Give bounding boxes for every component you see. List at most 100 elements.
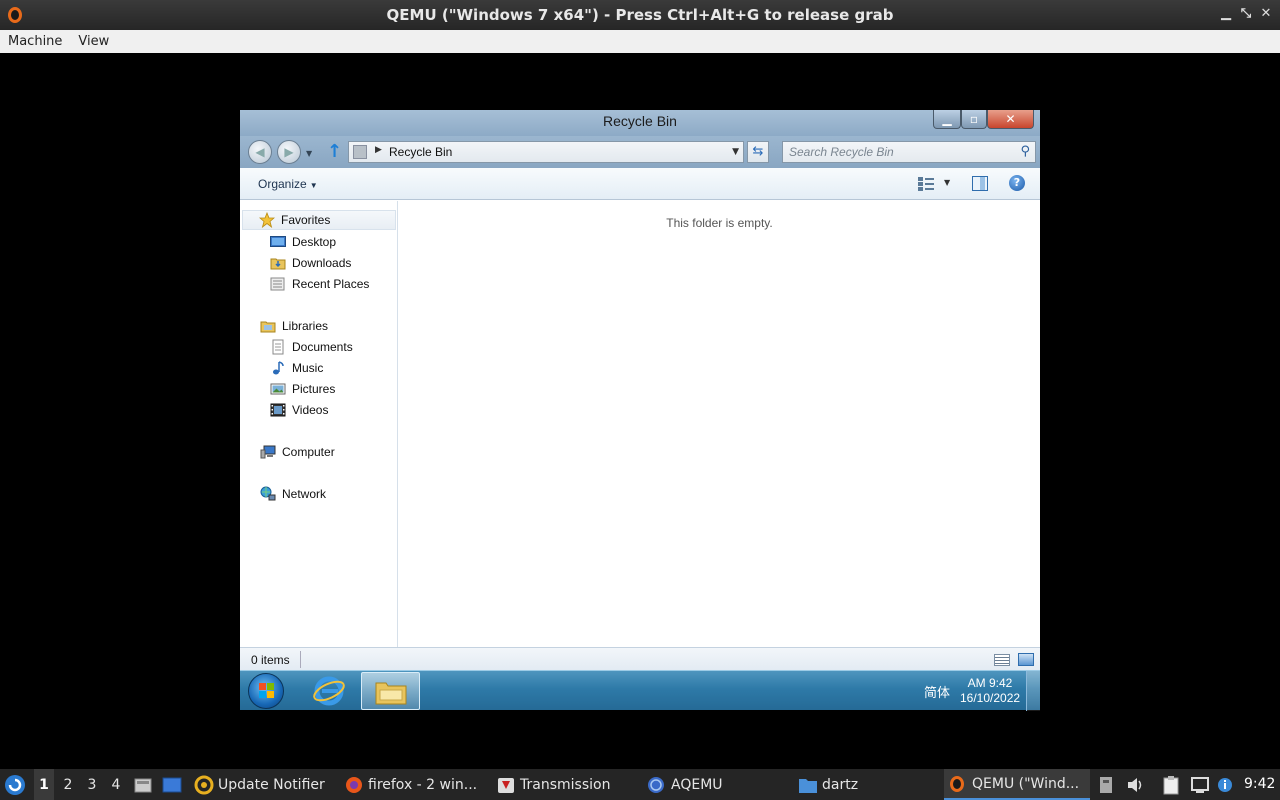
back-button[interactable]: ◀ <box>248 140 272 164</box>
status-bar: 0 items <box>240 647 1040 670</box>
recent-pages-dropdown-icon[interactable]: ▼ <box>306 149 312 158</box>
host-minimize-button[interactable]: ▁ <box>1218 6 1234 22</box>
host-restore-button[interactable]: ⤡ <box>1238 6 1254 22</box>
details-view-icon[interactable] <box>994 654 1010 666</box>
internet-explorer-icon[interactable] <box>312 675 346 707</box>
guest-clock[interactable]: AM 9:42 16/10/2022 <box>960 676 1020 706</box>
search-input[interactable] <box>789 144 1009 160</box>
nav-downloads[interactable]: Downloads <box>270 253 351 273</box>
breadcrumb-arrow-icon[interactable]: ▶ <box>375 145 382 155</box>
workspace-3[interactable]: 3 <box>82 769 102 800</box>
search-box[interactable]: ⚲ <box>782 141 1036 163</box>
view-options-dropdown-icon[interactable]: ▼ <box>944 178 950 187</box>
up-arrow-icon[interactable]: ↑ <box>327 141 342 162</box>
update-notifier-icon <box>194 775 214 794</box>
workspace-4[interactable]: 4 <box>106 769 126 800</box>
qemu-window-title: QEMU ("Windows 7 x64") - Press Ctrl+Alt+… <box>386 6 894 24</box>
nav-downloads-label: Downloads <box>292 256 352 270</box>
host-close-button[interactable]: ✕ <box>1258 6 1274 22</box>
nav-videos-label: Videos <box>292 403 329 417</box>
tray-network-icon[interactable] <box>1190 769 1212 800</box>
aqemu-icon <box>648 776 664 793</box>
nav-computer[interactable]: Computer <box>260 442 335 462</box>
nav-network-label: Network <box>282 487 327 501</box>
desktop-icon <box>162 777 182 792</box>
documents-icon <box>270 339 286 355</box>
libraries-icon <box>260 318 276 334</box>
workspace-2[interactable]: 2 <box>58 769 78 800</box>
tray-info-icon[interactable] <box>1216 769 1236 800</box>
task-transmission[interactable]: Transmission <box>496 769 636 800</box>
clipboard-icon <box>1163 775 1179 794</box>
start-button[interactable] <box>248 673 284 709</box>
close-button[interactable]: ✕ <box>987 110 1034 129</box>
nav-desktop[interactable]: Desktop <box>270 232 336 252</box>
organize-label: Organize <box>258 177 307 191</box>
refresh-button[interactable]: ⇆ <box>747 141 769 163</box>
maximize-button[interactable]: ▫ <box>961 110 987 129</box>
nav-libraries-label: Libraries <box>282 319 329 333</box>
nav-network[interactable]: Network <box>260 484 326 504</box>
workspace-2-label: 2 <box>63 776 73 793</box>
host-menu-button[interactable] <box>4 769 28 800</box>
nav-favorites[interactable]: Favorites <box>242 210 396 230</box>
tray-storage-icon[interactable] <box>1098 769 1118 800</box>
navigation-pane: Favorites Desktop Downloads Recent Place… <box>240 201 398 647</box>
music-icon <box>270 360 286 376</box>
folder-icon <box>799 778 817 793</box>
tray-clipboard-icon[interactable] <box>1162 769 1184 800</box>
address-dropdown-icon[interactable]: ▼ <box>732 147 739 157</box>
workspace-1[interactable]: 1 <box>34 769 54 800</box>
organize-button[interactable]: Organize ▼ <box>258 177 318 191</box>
file-list-area[interactable]: This folder is empty. <box>399 201 1040 647</box>
task-update-notifier[interactable]: Update Notifier <box>194 769 334 800</box>
nav-documents[interactable]: Documents <box>270 337 353 357</box>
file-manager-launcher[interactable] <box>134 769 154 800</box>
status-separator <box>300 651 301 668</box>
task-qemu-label: QEMU ("Wind... <box>972 775 1080 792</box>
show-desktop-launcher[interactable] <box>162 769 184 800</box>
task-dartz[interactable]: dartz <box>798 769 938 800</box>
guest-time: AM 9:42 <box>967 676 1013 690</box>
task-aqemu-label: AQEMU <box>671 776 723 793</box>
show-desktop-button[interactable] <box>1026 671 1040 711</box>
item-count: 0 items <box>251 653 290 667</box>
forward-button[interactable]: ▶ <box>277 140 301 164</box>
workspace-3-label: 3 <box>87 776 97 793</box>
change-view-icon[interactable] <box>918 177 934 191</box>
nav-libraries[interactable]: Libraries <box>260 316 328 336</box>
desktop-icon <box>270 234 286 250</box>
nav-favorites-label: Favorites <box>281 213 331 227</box>
nav-music[interactable]: Music <box>270 358 323 378</box>
taskbar-windows-explorer-button[interactable] <box>361 672 420 710</box>
nav-recent-places-label: Recent Places <box>292 277 370 291</box>
address-bar[interactable]: ▶ Recycle Bin ▼ <box>348 141 744 163</box>
nav-music-label: Music <box>292 361 324 375</box>
help-icon[interactable]: ? <box>1009 175 1025 191</box>
task-aqemu[interactable]: AQEMU <box>646 769 786 800</box>
menu-machine[interactable]: Machine <box>0 34 70 49</box>
nav-videos[interactable]: Videos <box>270 400 328 420</box>
drive-icon <box>1100 776 1112 793</box>
minimize-button[interactable]: ▁ <box>933 110 961 129</box>
input-method-indicator[interactable]: 简体 <box>924 682 950 701</box>
nav-pictures[interactable]: Pictures <box>270 379 335 399</box>
distro-logo-icon <box>5 774 25 795</box>
nav-recent-places[interactable]: Recent Places <box>270 274 369 294</box>
tray-volume-icon[interactable] <box>1126 769 1146 800</box>
explorer-titlebar[interactable]: Recycle Bin ▁ ▫ ✕ <box>240 110 1040 136</box>
preview-pane-icon[interactable] <box>972 176 988 191</box>
command-bar: Organize ▼ ▼ ? <box>240 168 1040 200</box>
explorer-window: Recycle Bin ▁ ▫ ✕ ◀ ▶ ▼ ↑ ▶ Recycle Bin … <box>240 110 1040 670</box>
volume-icon <box>1128 777 1142 792</box>
host-clock[interactable]: 9:42 <box>1244 776 1275 792</box>
menu-view[interactable]: View <box>70 34 117 49</box>
large-icons-view-icon[interactable] <box>1018 653 1034 666</box>
videos-icon <box>270 402 286 418</box>
task-qemu[interactable]: QEMU ("Wind... <box>944 769 1090 800</box>
network-icon <box>1191 776 1209 793</box>
search-icon[interactable]: ⚲ <box>1020 144 1030 159</box>
task-firefox[interactable]: firefox - 2 win... <box>344 769 484 800</box>
breadcrumb-location[interactable]: Recycle Bin <box>389 145 452 159</box>
navigation-bar: ◀ ▶ ▼ ↑ ▶ Recycle Bin ▼ ⇆ ⚲ <box>240 136 1040 168</box>
